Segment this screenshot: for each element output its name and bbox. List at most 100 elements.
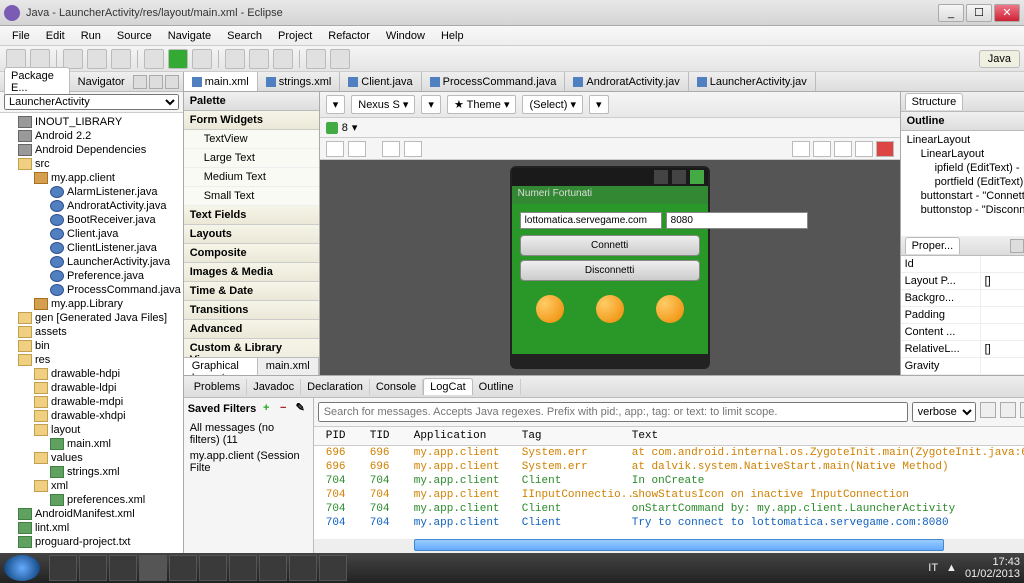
- tree-item[interactable]: preferences.xml: [2, 493, 181, 507]
- locale-dropdown[interactable]: ▾: [589, 95, 609, 114]
- zoom-fit-icon[interactable]: [834, 141, 852, 157]
- tree-item[interactable]: INOUT_LIBRARY: [2, 115, 181, 129]
- palette-category[interactable]: Images & Media: [184, 263, 319, 282]
- palette-item[interactable]: TextView: [184, 130, 319, 149]
- tray-lang[interactable]: IT: [928, 562, 938, 574]
- palette-category[interactable]: Time & Date: [184, 282, 319, 301]
- start-button[interactable]: [4, 555, 40, 581]
- tree-item[interactable]: AndroratActivity.java: [2, 199, 181, 213]
- tab-properties[interactable]: Proper...: [905, 237, 961, 254]
- property-row[interactable]: RelativeL...[]: [901, 341, 1024, 358]
- editor-tab[interactable]: ProcessCommand.java: [422, 72, 566, 91]
- tool-button[interactable]: [87, 49, 107, 69]
- tool-button[interactable]: [111, 49, 131, 69]
- log-row[interactable]: 696696my.app.clientSystem.errat dalvik.s…: [314, 460, 1024, 474]
- tree-item[interactable]: my.app.client: [2, 171, 181, 185]
- new-button[interactable]: [6, 49, 26, 69]
- outline-item[interactable]: buttonstop - "Disconne: [903, 203, 1024, 217]
- palette-item[interactable]: Medium Text: [184, 168, 319, 187]
- tree-item[interactable]: layout: [2, 423, 181, 437]
- tree-item[interactable]: BootReceiver.java: [2, 213, 181, 227]
- device-dropdown[interactable]: Nexus S ▾: [351, 95, 415, 114]
- tree-item[interactable]: my.app.Library: [2, 297, 181, 311]
- tray-clock[interactable]: 17:43 01/02/2013: [965, 556, 1020, 580]
- layout-button[interactable]: [404, 141, 422, 157]
- menu-project[interactable]: Project: [270, 28, 320, 44]
- zoom-out-icon[interactable]: [792, 141, 810, 157]
- gplus-icon[interactable]: [876, 141, 894, 157]
- bottom-tab-console[interactable]: Console: [370, 379, 423, 395]
- editor-tab[interactable]: Client.java: [340, 72, 421, 91]
- taskbar-item[interactable]: [289, 555, 317, 581]
- tool-button[interactable]: [306, 49, 326, 69]
- tree-item[interactable]: drawable-xhdpi: [2, 409, 181, 423]
- taskbar-item[interactable]: [49, 555, 77, 581]
- filter-item[interactable]: All messages (no filters) (11: [188, 420, 309, 448]
- perspective-java[interactable]: Java: [979, 50, 1020, 68]
- remove-filter-button[interactable]: −: [276, 402, 290, 416]
- close-button[interactable]: ✕: [994, 4, 1020, 22]
- tree-item[interactable]: Client.java: [2, 227, 181, 241]
- add-filter-button[interactable]: +: [259, 402, 273, 416]
- palette-category[interactable]: Form Widgets: [184, 111, 319, 130]
- run-button[interactable]: [168, 49, 188, 69]
- tree-item[interactable]: res: [2, 353, 181, 367]
- taskbar-item[interactable]: [229, 555, 257, 581]
- log-row[interactable]: 704704my.app.clientClientIn onCreate: [314, 474, 1024, 488]
- editor-tab[interactable]: strings.xml: [258, 72, 341, 91]
- editor-tab[interactable]: LauncherActivity.jav: [689, 72, 816, 91]
- outline-item[interactable]: LinearLayout: [903, 147, 1024, 161]
- property-row[interactable]: Backgro...: [901, 290, 1024, 307]
- theme-dropdown[interactable]: ★ Theme ▾: [447, 95, 517, 114]
- tool-button[interactable]: [249, 49, 269, 69]
- tab-navigator[interactable]: Navigator: [72, 74, 131, 90]
- tree-item[interactable]: values: [2, 451, 181, 465]
- tree-item[interactable]: LauncherActivity.java: [2, 255, 181, 269]
- tool-button[interactable]: [225, 49, 245, 69]
- log-column-header[interactable]: Text: [628, 429, 1024, 443]
- tool-button[interactable]: [63, 49, 83, 69]
- tab-graphical-layout[interactable]: Graphical Layout: [184, 358, 258, 375]
- filter-item[interactable]: my.app.client (Session Filte: [188, 448, 309, 476]
- log-column-header[interactable]: Application: [410, 429, 518, 443]
- log-row[interactable]: 704704my.app.clientClientTry to connect …: [314, 516, 1024, 530]
- orientation-dropdown[interactable]: ▾: [421, 95, 441, 114]
- tool-button[interactable]: [330, 49, 350, 69]
- tab-structure[interactable]: Structure: [905, 93, 964, 110]
- palette-category[interactable]: Layouts: [184, 225, 319, 244]
- taskbar-item[interactable]: [259, 555, 287, 581]
- log-row[interactable]: 704704my.app.clientClientonStartCommand …: [314, 502, 1024, 516]
- horizontal-scrollbar[interactable]: [314, 539, 1024, 553]
- tool-button[interactable]: [273, 49, 293, 69]
- editor-tab[interactable]: AndroratActivity.jav: [565, 72, 688, 91]
- tree-item[interactable]: src: [2, 157, 181, 171]
- tree-item[interactable]: ClientListener.java: [2, 241, 181, 255]
- bottom-tab-problems[interactable]: Problems: [188, 379, 247, 395]
- log-column-header[interactable]: Tag: [518, 429, 628, 443]
- zoom-in-icon[interactable]: [855, 141, 873, 157]
- tree-item[interactable]: drawable-ldpi: [2, 381, 181, 395]
- editor-tab[interactable]: main.xml: [184, 72, 258, 91]
- palette-category[interactable]: Custom & Library Views: [184, 339, 319, 357]
- outline-item[interactable]: LinearLayout: [903, 133, 1024, 147]
- project-selector[interactable]: LauncherActivity: [4, 94, 179, 110]
- tree-item[interactable]: gen [Generated Java Files]: [2, 311, 181, 325]
- outline-item[interactable]: portfield (EditText): [903, 175, 1024, 189]
- prop-tool-icon[interactable]: [1010, 239, 1024, 253]
- log-row[interactable]: 704704my.app.clientIInputConnectio...sho…: [314, 488, 1024, 502]
- property-row[interactable]: Gravity: [901, 358, 1024, 375]
- log-search-input[interactable]: [318, 402, 908, 422]
- tree-item[interactable]: drawable-mdpi: [2, 395, 181, 409]
- ip-field[interactable]: [520, 212, 662, 229]
- bottom-tab-logcat[interactable]: LogCat: [423, 378, 472, 395]
- collapse-icon[interactable]: [133, 75, 147, 89]
- outline-item[interactable]: ipfield (EditText) -: [903, 161, 1024, 175]
- maximize-button[interactable]: ☐: [966, 4, 992, 22]
- tree-item[interactable]: AndroidManifest.xml: [2, 507, 181, 521]
- tray-icon[interactable]: ▲: [946, 562, 957, 574]
- menu-search[interactable]: Search: [219, 28, 270, 44]
- property-row[interactable]: Id: [901, 256, 1024, 273]
- activity-dropdown[interactable]: (Select) ▾: [522, 95, 582, 114]
- disconnect-button[interactable]: Disconnetti: [520, 260, 700, 281]
- menu-run[interactable]: Run: [73, 28, 109, 44]
